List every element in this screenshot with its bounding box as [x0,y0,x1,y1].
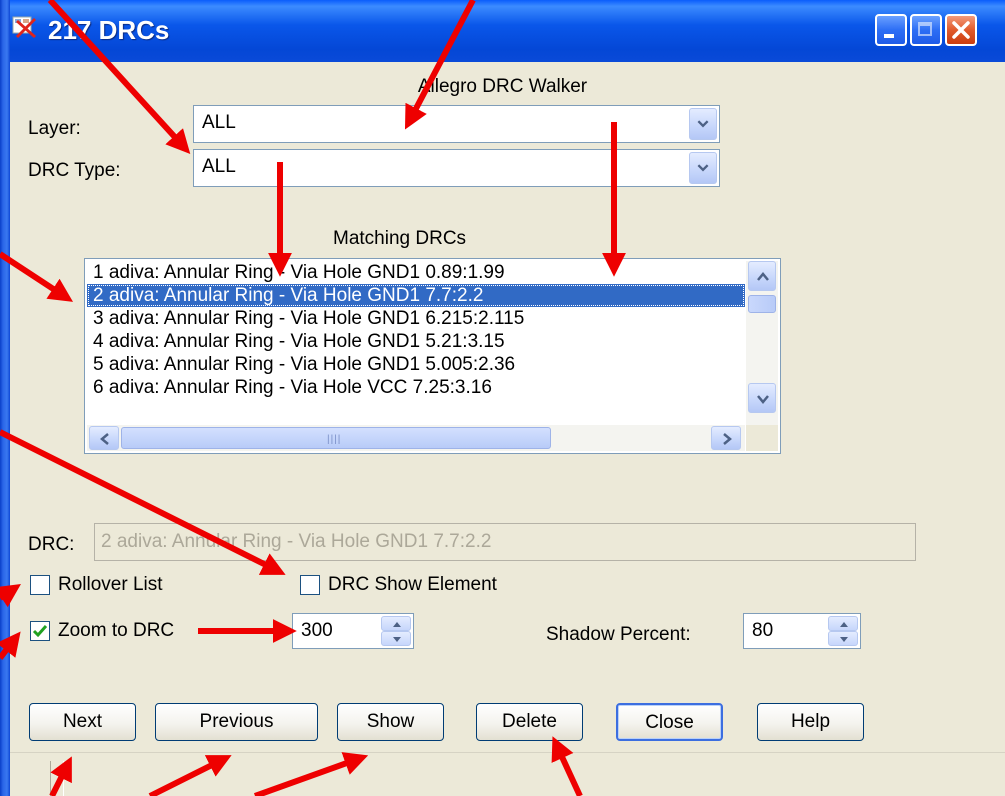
zoom-value: 300 [301,620,333,641]
shadow-percent-stepper[interactable]: 80 [743,613,861,649]
zoom-stepper-arrows [381,616,411,646]
caret-up-icon [840,622,848,627]
layer-select[interactable]: ALL [193,105,720,143]
chevron-right-icon [723,433,732,445]
scroll-corner [746,425,778,451]
help-button[interactable]: Help [757,703,864,741]
vertical-scrollbar[interactable] [746,261,778,429]
drc-type-select-value: ALL [202,156,236,177]
chevron-down-icon [757,395,769,404]
chevron-down-icon [697,164,709,172]
list-item[interactable]: 6 adiva: Annular Ring - Via Hole VCC 7.2… [87,376,745,399]
matching-drcs-heading: Matching DRCs [333,228,467,249]
zoom-increment-button[interactable] [381,616,411,631]
scroll-up-button[interactable] [748,261,776,291]
shadow-decrement-button[interactable] [828,631,858,646]
minimize-button[interactable] [875,14,907,46]
dialog-heading: Allegro DRC Walker [417,76,588,97]
drc-walker-window: 217 DRCs Allegro DRC Walker Layer: ALL D… [0,0,1005,796]
status-pane [50,761,64,796]
caret-up-icon [393,622,401,627]
layer-label: Layer: [28,118,81,139]
drc-type-select[interactable]: ALL [193,149,720,187]
close-button[interactable]: Close [616,703,723,741]
zoom-value-stepper[interactable]: 300 [292,613,414,649]
matching-drcs-list[interactable]: 1 adiva: Annular Ring - Via Hole GND1 0.… [84,258,781,454]
drc-label: DRC: [28,534,75,555]
horizontal-scrollbar[interactable]: |||| [87,425,745,451]
drc-type-dropdown-button[interactable] [689,152,717,184]
maximize-button[interactable] [910,14,942,46]
shadow-percent-value: 80 [752,620,774,641]
rollover-list-checkbox[interactable] [30,575,50,595]
zoom-to-drc-checkbox[interactable] [30,621,50,641]
status-bar [10,752,1005,796]
drc-type-label: DRC Type: [28,160,121,181]
drc-show-element-checkbox[interactable] [300,575,320,595]
chevron-left-icon [100,433,109,445]
previous-button[interactable]: Previous [155,703,318,741]
zoom-decrement-button[interactable] [381,631,411,646]
list-item[interactable]: 3 adiva: Annular Ring - Via Hole GND1 6.… [87,307,745,330]
title-bar[interactable]: 217 DRCs [0,0,1005,62]
zoom-to-drc-label[interactable]: Zoom to DRC [58,620,174,642]
show-button[interactable]: Show [337,703,444,741]
close-window-button[interactable] [945,14,977,46]
next-button[interactable]: Next [29,703,136,741]
list-item[interactable]: 5 adiva: Annular Ring - Via Hole GND1 5.… [87,353,745,376]
window-title: 217 DRCs [48,15,170,45]
chevron-up-icon [757,272,769,281]
shadow-increment-button[interactable] [828,616,858,631]
shadow-percent-label: Shadow Percent: [546,624,691,645]
delete-button[interactable]: Delete [476,703,583,741]
list-item[interactable]: 1 adiva: Annular Ring - Via Hole GND1 0.… [87,261,745,284]
list-item-selected[interactable]: 2 adiva: Annular Ring - Via Hole GND1 7.… [87,284,745,307]
rollover-list-label[interactable]: Rollover List [58,574,163,596]
vertical-scroll-thumb[interactable] [748,295,776,313]
scroll-down-button[interactable] [748,383,776,413]
shadow-stepper-arrows [828,616,858,646]
drc-readonly-field: 2 adiva: Annular Ring - Via Hole GND1 7.… [94,523,916,561]
list-items: 1 adiva: Annular Ring - Via Hole GND1 0.… [87,261,745,429]
close-icon [952,21,970,39]
checkmark-icon [32,625,48,638]
scroll-left-button[interactable] [89,426,119,450]
caret-down-icon [393,637,401,642]
scroll-right-button[interactable] [711,426,741,450]
window-left-border [0,0,10,796]
allegro-app-icon [12,16,36,38]
drc-show-element-label[interactable]: DRC Show Element [328,574,497,596]
chevron-down-icon [697,120,709,128]
drc-field-value: 2 adiva: Annular Ring - Via Hole GND1 7.… [101,531,492,552]
scroll-grip-icon: |||| [327,434,342,445]
horizontal-scroll-thumb[interactable]: |||| [121,427,551,449]
layer-dropdown-button[interactable] [689,108,717,140]
layer-select-value: ALL [202,112,236,133]
caret-down-icon [840,637,848,642]
list-item[interactable]: 4 adiva: Annular Ring - Via Hole GND1 5.… [87,330,745,353]
